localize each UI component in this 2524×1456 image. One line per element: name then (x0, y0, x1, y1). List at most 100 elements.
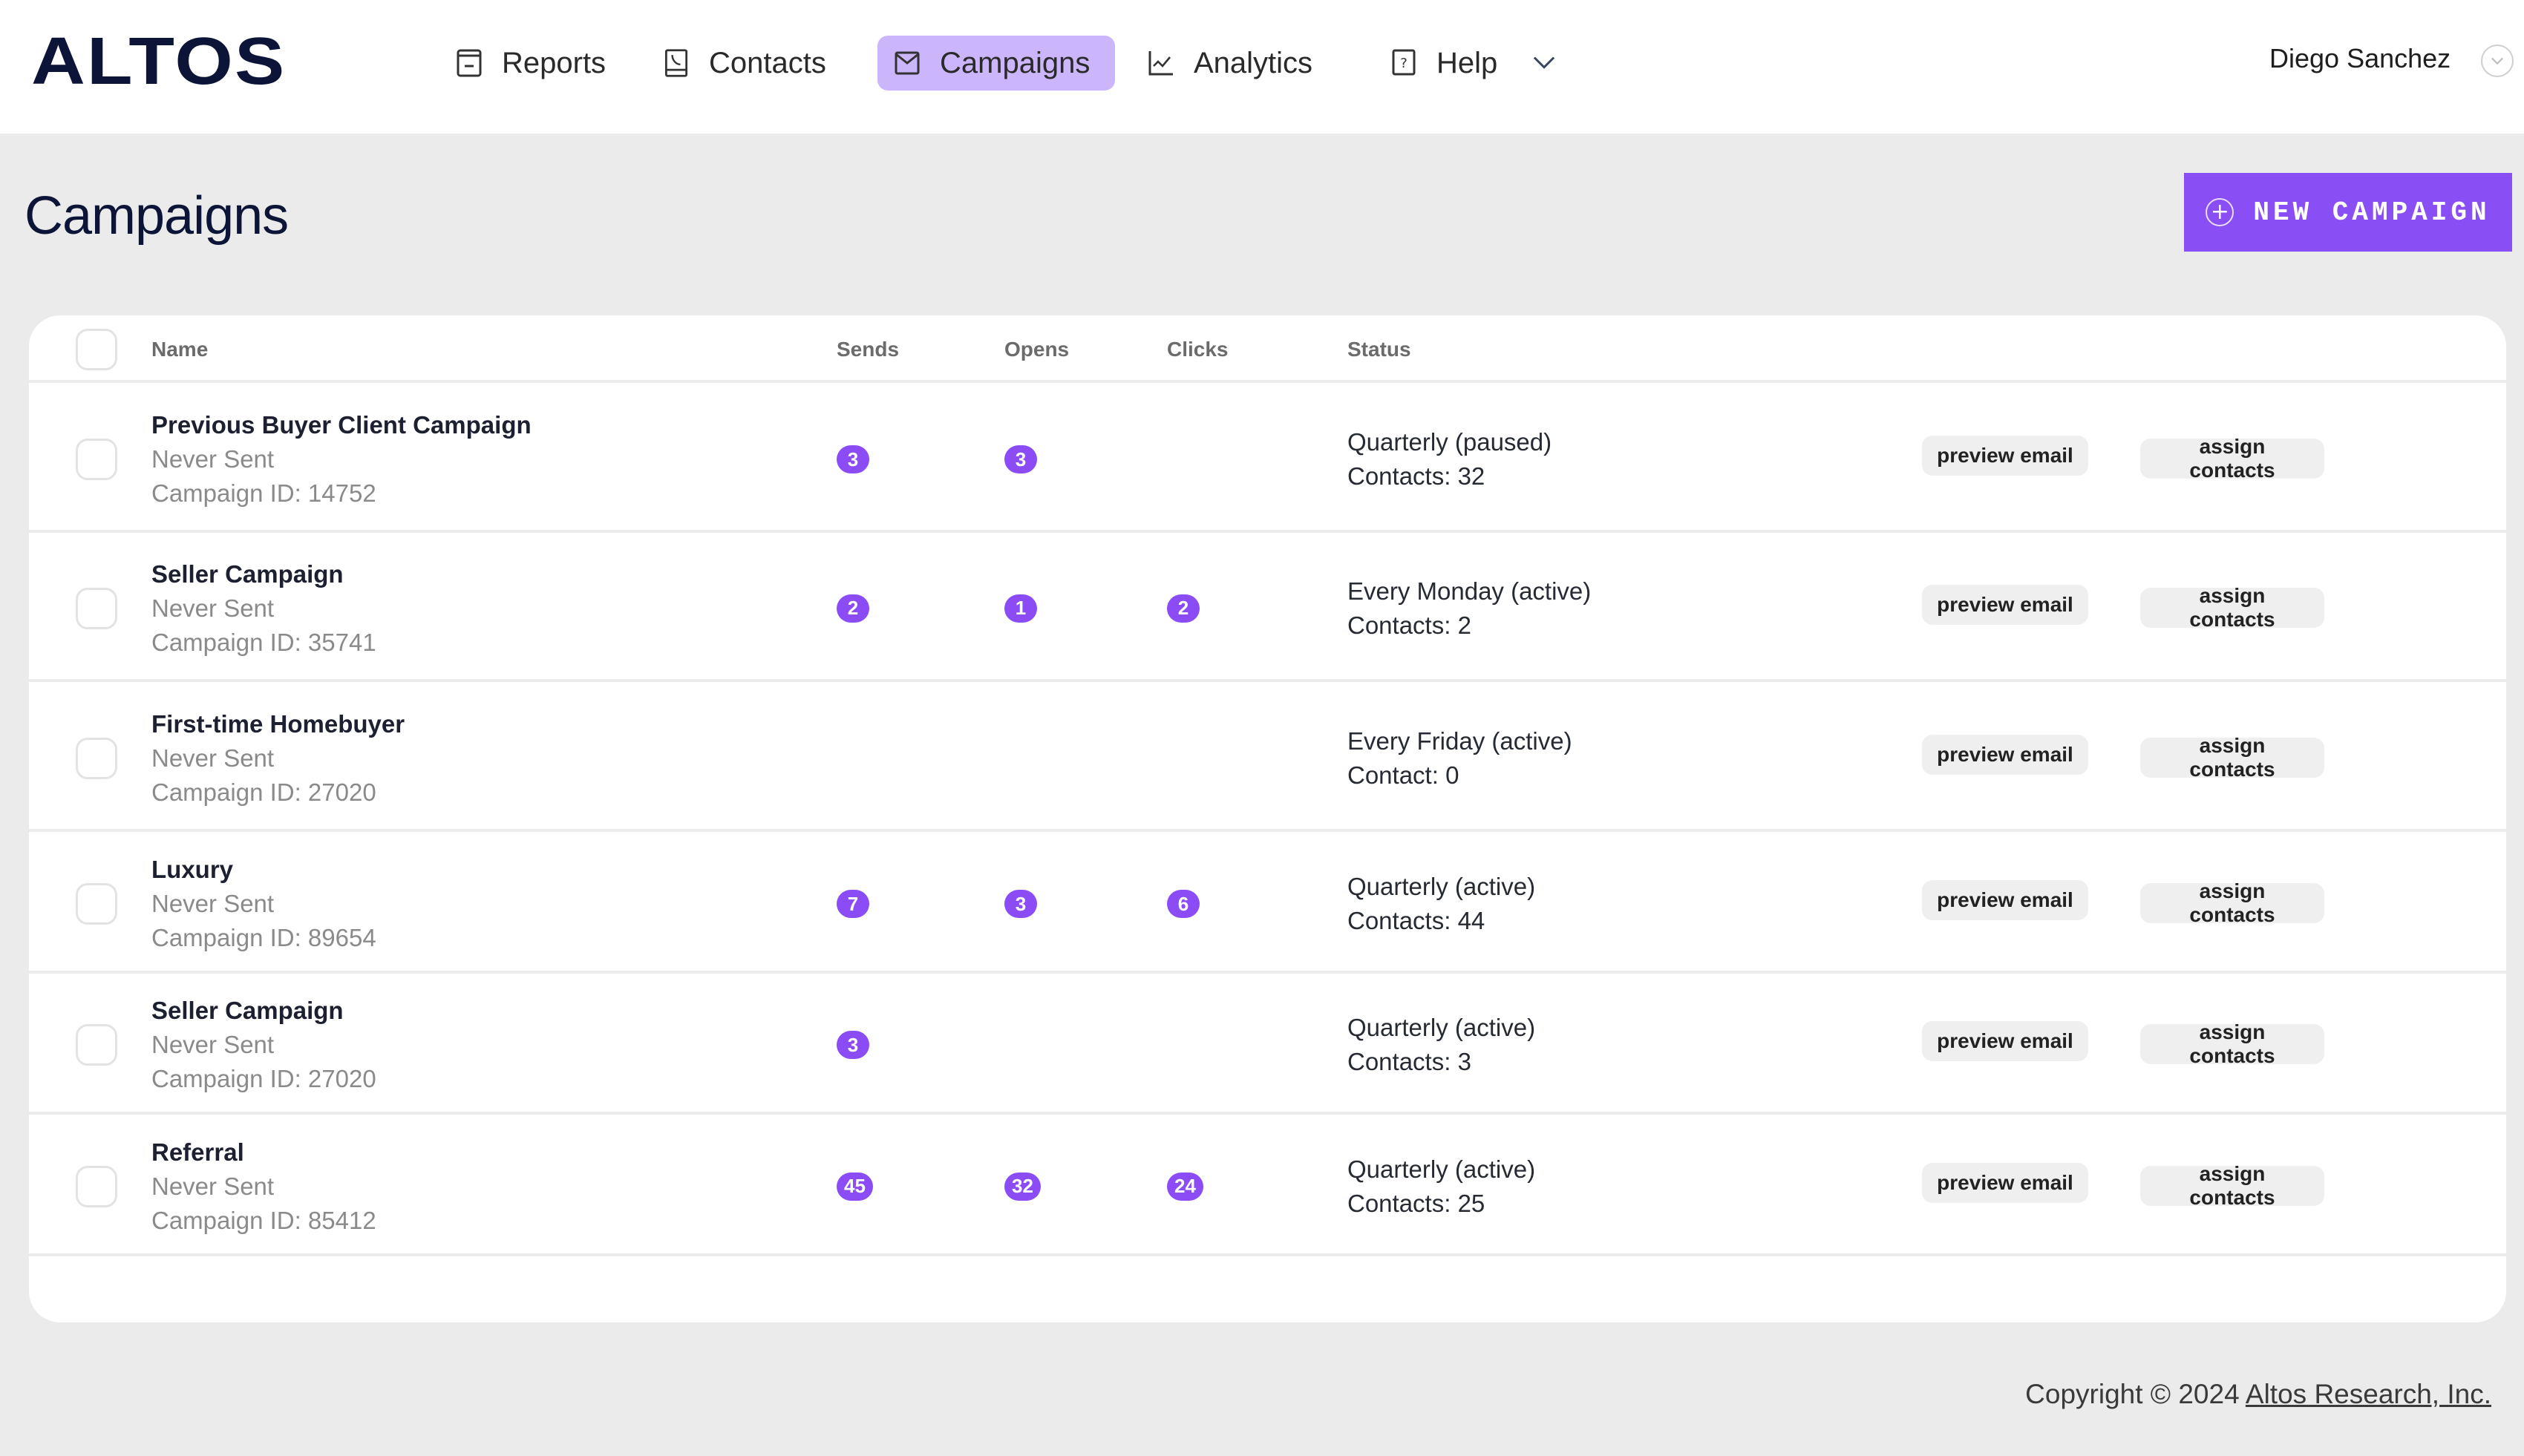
last-sent: Never Sent (151, 1172, 275, 1200)
campaign-info: Seller Campaign Never Sent Campaign ID: 35… (151, 557, 376, 660)
nav-campaigns[interactable]: Campaigns (877, 36, 1115, 91)
help-book-icon: ? (1392, 49, 1416, 76)
campaign-info: Luxury Never Sent Campaign ID: 89654 (151, 853, 376, 955)
campaigns-table: Name Sends Opens Clicks Status Previous … (29, 315, 2506, 1322)
campaign-status: Every Monday (active) Contacts: 2 (1347, 574, 1591, 643)
plus-circle-icon: + (2206, 198, 2234, 226)
company-link[interactable]: Altos Research, Inc. (2246, 1379, 2491, 1409)
footer: Copyright © 2024 Altos Research, Inc. (2025, 1379, 2491, 1410)
select-all-checkbox[interactable] (76, 329, 117, 370)
chevron-down-icon (2491, 57, 2503, 65)
campaign-name[interactable]: Luxury (151, 853, 376, 887)
assign-contacts-button[interactable]: assign contacts (2140, 1020, 2324, 1067)
preview-email-button[interactable]: preview email (1922, 1021, 2088, 1061)
table-row[interactable]: Previous Buyer Client Campaign Never Sent… (29, 386, 2506, 533)
campaign-status: Quarterly (paused) Contacts: 32 (1347, 425, 1552, 493)
opens-count-badge: 32 (1004, 1172, 1041, 1201)
row-checkbox[interactable] (76, 587, 117, 629)
sends-count-badge: 45 (837, 1172, 873, 1201)
assign-contacts-button[interactable]: assign contacts (2140, 879, 2324, 926)
page-title: Campaigns (24, 186, 289, 246)
campaign-id: Campaign ID: 89654 (151, 924, 376, 951)
row-checkbox[interactable] (76, 1024, 117, 1066)
campaign-name[interactable]: First-time Homebuyer (151, 707, 405, 741)
preview-email-button[interactable]: preview email (1922, 880, 2088, 920)
row-checkbox[interactable] (76, 439, 117, 480)
assign-contacts-button[interactable]: assign contacts (2140, 435, 2324, 482)
user-name[interactable]: Diego Sanchez (2269, 43, 2451, 74)
table-row[interactable]: First-time Homebuyer Never Sent Campaign I… (29, 684, 2506, 832)
altos-logo[interactable]: ALTOS (31, 28, 286, 95)
campaign-status: Quarterly (active) Contacts: 3 (1347, 1011, 1535, 1079)
table-row[interactable]: Seller Campaign Never Sent Campaign ID: 35… (29, 534, 2506, 682)
opens-count-badge: 3 (1004, 445, 1037, 473)
preview-email-button[interactable]: preview email (1922, 1162, 2088, 1203)
sends-count-badge: 3 (837, 1031, 869, 1059)
preview-email-button[interactable]: preview email (1922, 734, 2088, 775)
preview-email-button[interactable]: preview email (1922, 436, 2088, 476)
status-schedule: Quarterly (active) (1347, 1155, 1536, 1183)
campaign-name[interactable]: Seller Campaign (151, 557, 376, 591)
status-schedule: Quarterly (paused) (1347, 428, 1552, 456)
copyright-text: Copyright © 2024 (2025, 1379, 2246, 1409)
nav-analytics[interactable]: Analytics (1131, 36, 1329, 91)
campaign-status: Quarterly (active) Contacts: 25 (1347, 1152, 1535, 1221)
opens-count-badge: 1 (1004, 594, 1037, 623)
sends-count-badge: 3 (837, 445, 869, 473)
column-header-opens[interactable]: Opens (1004, 338, 1069, 361)
sends-count-badge: 7 (837, 890, 869, 918)
column-header-clicks[interactable]: Clicks (1167, 338, 1229, 361)
table-row[interactable]: Seller Campaign Never Sent Campaign ID: 27… (29, 975, 2506, 1115)
row-checkbox[interactable] (76, 1165, 117, 1207)
clicks-count-badge: 24 (1167, 1172, 1203, 1201)
campaign-id: Campaign ID: 27020 (151, 1065, 376, 1092)
last-sent: Never Sent (151, 594, 275, 622)
campaign-status: Quarterly (active) Contacts: 44 (1347, 870, 1535, 938)
status-contacts: Contacts: 3 (1347, 1048, 1471, 1075)
column-header-name[interactable]: Name (151, 338, 208, 361)
campaign-name[interactable]: Previous Buyer Client Campaign (151, 408, 532, 442)
status-schedule: Quarterly (active) (1347, 1014, 1536, 1041)
user-menu-toggle[interactable] (2481, 45, 2514, 77)
campaign-name[interactable]: Seller Campaign (151, 994, 376, 1028)
top-navigation-bar: ALTOS Reports Contacts Campaigns Analyti… (0, 0, 2524, 134)
last-sent: Never Sent (151, 1031, 275, 1058)
nav-reports[interactable]: Reports (439, 36, 622, 91)
assign-contacts-button[interactable]: assign contacts (2140, 734, 2324, 781)
new-campaign-button[interactable]: + NEW CAMPAIGN (2184, 173, 2512, 252)
last-sent: Never Sent (151, 445, 275, 473)
last-sent: Never Sent (151, 890, 275, 917)
preview-email-button[interactable]: preview email (1922, 584, 2088, 625)
campaign-id: Campaign ID: 35741 (151, 628, 376, 656)
nav-help-label: Help (1436, 46, 1498, 79)
status-contacts: Contacts: 44 (1347, 907, 1485, 934)
campaign-info: Previous Buyer Client Campaign Never Sent… (151, 408, 532, 511)
table-row[interactable]: Referral Never Sent Campaign ID: 85412 45 32… (29, 1116, 2506, 1256)
status-contacts: Contact: 0 (1347, 761, 1459, 789)
row-checkbox[interactable] (76, 883, 117, 925)
nav-help[interactable]: ? Help (1374, 36, 1572, 91)
campaign-id: Campaign ID: 27020 (151, 778, 376, 806)
status-schedule: Every Monday (active) (1347, 577, 1592, 605)
campaign-info: First-time Homebuyer Never Sent Campaign I… (151, 707, 405, 810)
contact-book-icon (665, 49, 687, 77)
row-checkbox[interactable] (76, 737, 117, 779)
clicks-count-badge: 2 (1167, 594, 1200, 623)
nav-contacts[interactable]: Contacts (647, 36, 843, 91)
clicks-count-badge: 6 (1167, 890, 1200, 918)
assign-contacts-button[interactable]: assign contacts (2140, 1162, 2324, 1209)
campaign-name[interactable]: Referral (151, 1135, 376, 1170)
envelope-icon (895, 51, 920, 75)
campaign-id: Campaign ID: 14752 (151, 479, 376, 507)
assign-contacts-button[interactable]: assign contacts (2140, 584, 2324, 631)
chevron-down-icon[interactable] (1533, 56, 1555, 70)
status-schedule: Every Friday (active) (1347, 727, 1572, 755)
nav-contacts-label: Contacts (709, 46, 826, 79)
status-contacts: Contacts: 25 (1347, 1189, 1485, 1217)
column-header-sends[interactable]: Sends (837, 338, 899, 361)
table-header: Name Sends Opens Clicks Status (29, 315, 2506, 383)
column-header-status[interactable]: Status (1347, 338, 1411, 361)
campaign-id: Campaign ID: 85412 (151, 1206, 376, 1234)
status-contacts: Contacts: 32 (1347, 462, 1485, 490)
table-row[interactable]: Luxury Never Sent Campaign ID: 89654 7 3 6 Qua… (29, 834, 2506, 974)
